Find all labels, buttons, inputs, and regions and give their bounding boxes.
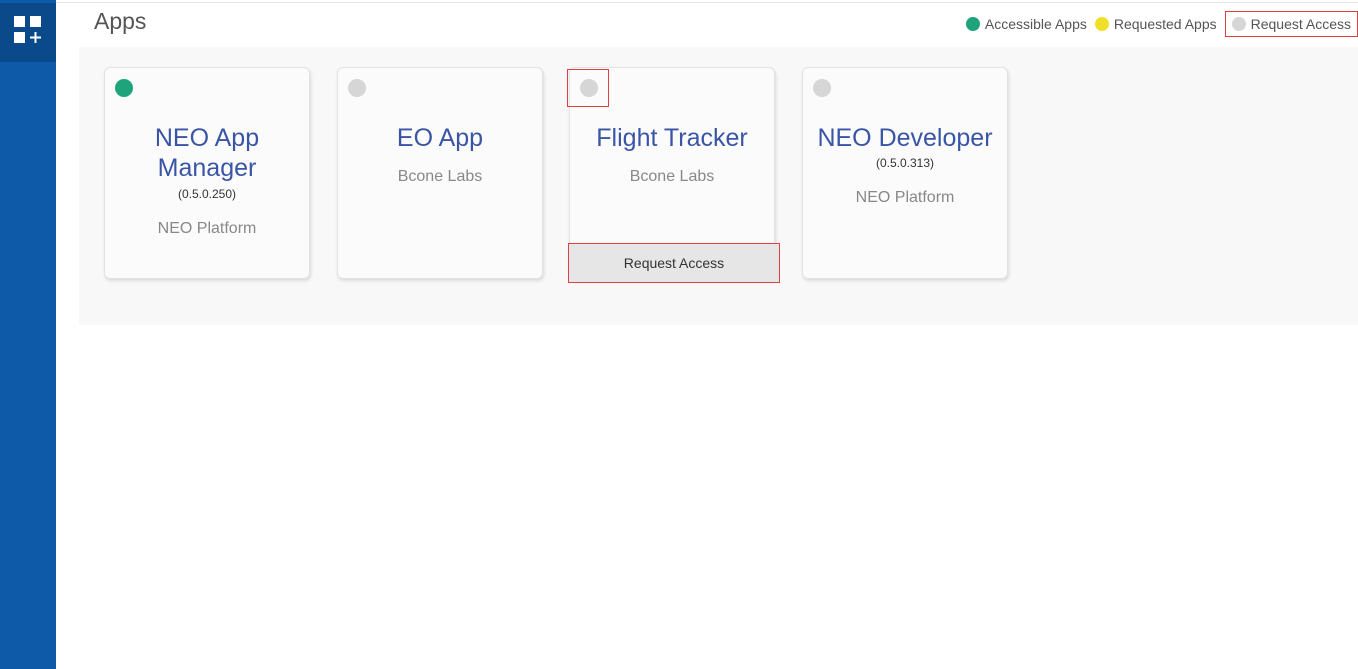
app-version: (0.5.0.313)	[875, 156, 935, 170]
app-title: EO App Bcone Labs	[338, 123, 542, 192]
apps-grid-plus-icon	[13, 15, 43, 50]
request-access-button[interactable]: Request Access	[568, 243, 780, 283]
gray-dot-icon	[1231, 17, 1246, 31]
sidebar	[0, 0, 56, 669]
status-request-access-icon	[813, 79, 831, 97]
app-card-flight-tracker[interactable]: Flight Tracker Bcone Labs Request Access	[567, 67, 780, 283]
legend-label: Request Access	[1250, 16, 1351, 32]
app-title-text: NEO App Manager	[154, 124, 260, 182]
legend-label: Requested Apps	[1113, 16, 1217, 32]
app-title: Flight Tracker Bcone Labs	[570, 123, 774, 192]
app-card-eo-app[interactable]: EO App Bcone Labs	[337, 67, 543, 279]
yellow-dot-icon	[1094, 17, 1109, 31]
status-request-access-icon	[348, 79, 366, 97]
app-title-text: Flight Tracker	[596, 124, 748, 152]
app-card-neo-developer[interactable]: NEO Developer (0.5.0.313) NEO Platform	[802, 67, 1008, 279]
green-dot-icon	[965, 17, 980, 31]
app-vendor: NEO Platform	[157, 220, 257, 237]
app-title-text: NEO Developer	[817, 124, 993, 152]
page-title: Apps	[94, 8, 147, 34]
status-request-access-icon	[580, 79, 598, 97]
app-title: NEO App Manager (0.5.0.250) NEO Platform	[105, 123, 309, 244]
legend-item-accessible: Accessible Apps	[965, 16, 1087, 32]
app-vendor: Bcone Labs	[629, 168, 715, 185]
app-card-neo-app-manager[interactable]: NEO App Manager (0.5.0.250) NEO Platform	[104, 67, 310, 279]
app-vendor: NEO Platform	[855, 189, 955, 206]
app-vendor: Bcone Labs	[397, 168, 483, 185]
status-dot-highlight[interactable]	[567, 69, 609, 107]
top-divider	[56, 2, 1358, 3]
legend-item-request-access[interactable]: Request Access	[1224, 11, 1358, 37]
legend-item-requested: Requested Apps	[1094, 16, 1217, 32]
app-logo-button[interactable]	[0, 3, 56, 62]
app-title-text: EO App	[396, 124, 484, 152]
app-title: NEO Developer (0.5.0.313) NEO Platform	[803, 123, 1007, 213]
legend: Accessible Apps Requested Apps Request A…	[965, 11, 1358, 37]
legend-label: Accessible Apps	[984, 16, 1087, 32]
app-version: (0.5.0.250)	[177, 187, 237, 201]
status-accessible-icon	[115, 79, 133, 97]
